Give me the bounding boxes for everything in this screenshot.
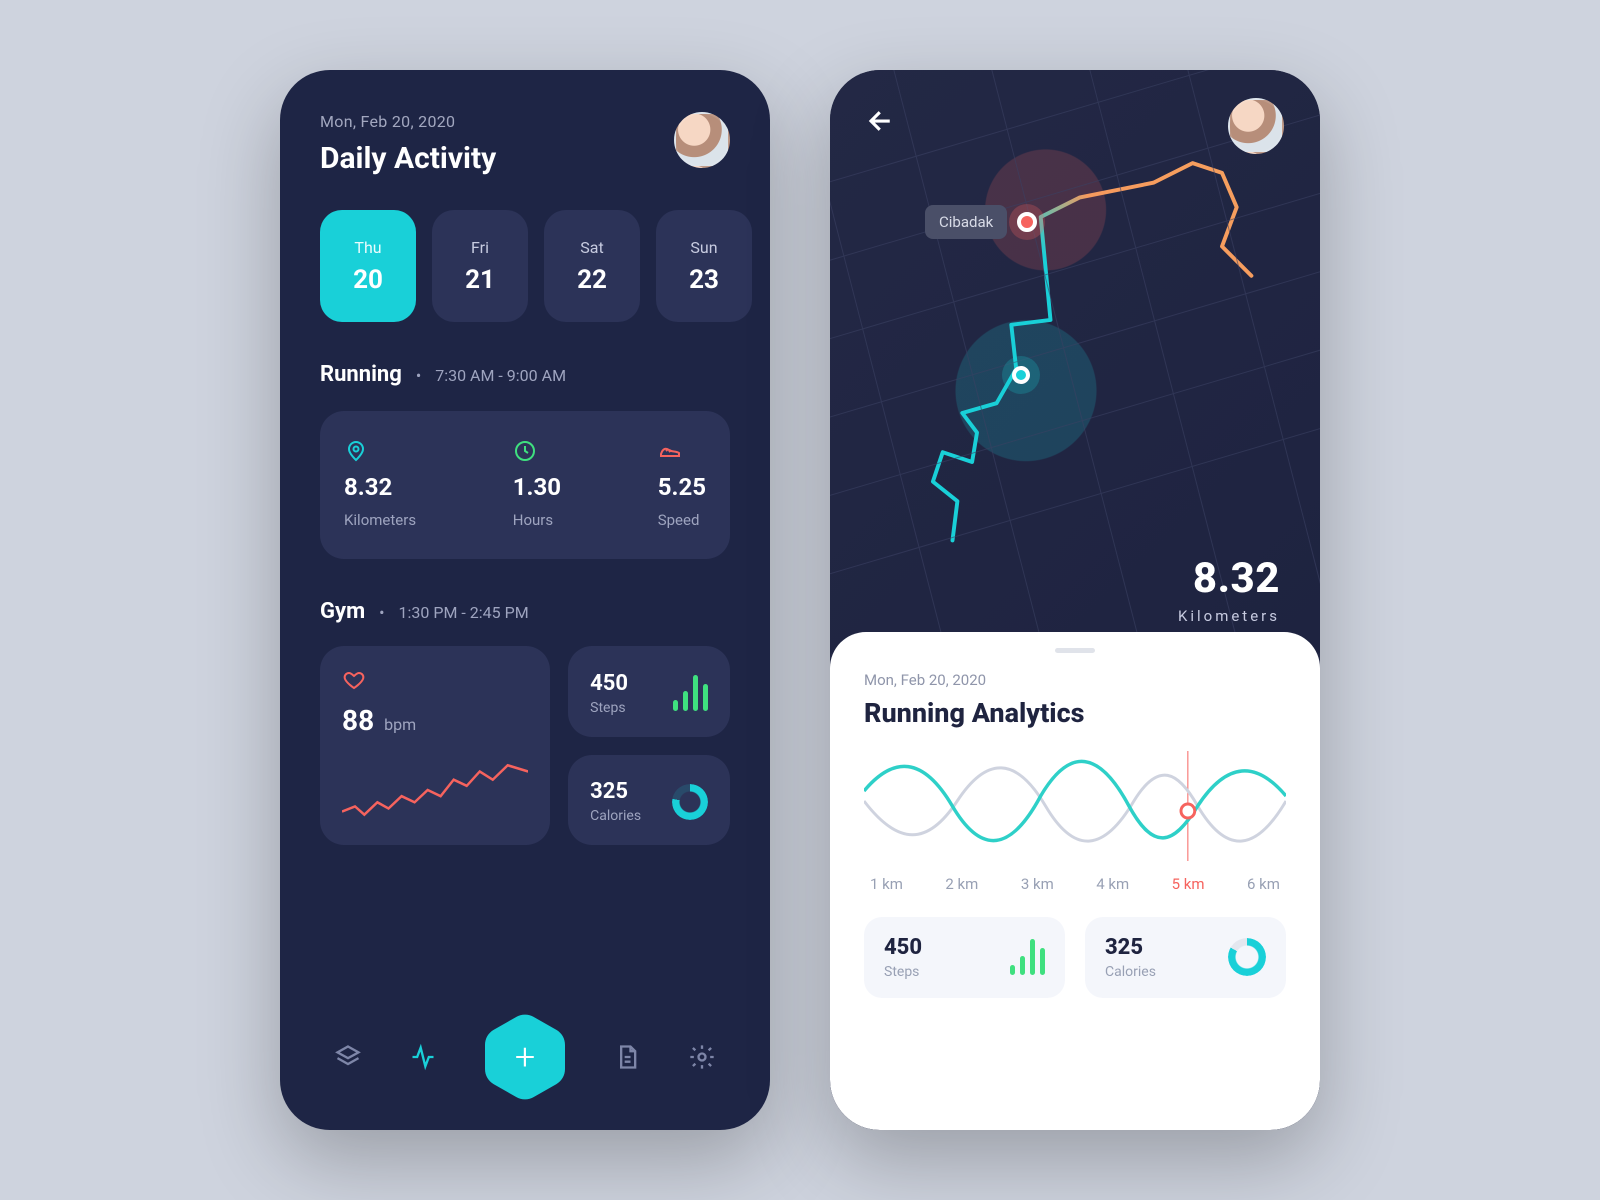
day-fri[interactable]: Fri 21 bbox=[432, 210, 528, 322]
distance-readout: 8.32 Kilometers bbox=[1178, 554, 1280, 625]
x-tick: 2 km bbox=[945, 875, 978, 893]
date-label: Mon, Feb 20, 2020 bbox=[320, 112, 496, 131]
nav-document-icon[interactable] bbox=[613, 1043, 641, 1071]
avatar[interactable] bbox=[674, 112, 730, 168]
x-axis: 1 km 2 km 3 km 4 km 5 km 6 km bbox=[864, 875, 1286, 893]
steps-value: 450 bbox=[590, 671, 628, 696]
x-tick: 6 km bbox=[1247, 875, 1280, 893]
calories-value: 325 bbox=[1105, 935, 1156, 960]
day-dow: Thu bbox=[354, 238, 381, 257]
pin-current-icon bbox=[1012, 366, 1030, 384]
metric-label: Hours bbox=[513, 511, 561, 529]
sheet-steps-card[interactable]: 450 Steps bbox=[864, 917, 1065, 998]
steps-label: Steps bbox=[884, 964, 922, 980]
sheet-title: Running Analytics bbox=[864, 697, 1286, 729]
running-header: Running • 7:30 AM - 9:00 AM bbox=[280, 322, 770, 387]
pin-start-icon bbox=[1017, 212, 1037, 232]
day-sun[interactable]: Sun 23 bbox=[656, 210, 752, 322]
page-title: Daily Activity bbox=[320, 141, 496, 176]
poi-label[interactable]: Cibadak bbox=[925, 205, 1037, 239]
day-dow: Sun bbox=[690, 238, 717, 257]
avatar[interactable] bbox=[1228, 98, 1284, 154]
drag-handle-icon[interactable] bbox=[1055, 648, 1095, 653]
calories-label: Calories bbox=[1105, 964, 1156, 980]
hr-sparkline bbox=[342, 755, 528, 827]
back-button[interactable] bbox=[866, 106, 896, 136]
heart-rate-card[interactable]: 88 bpm bbox=[320, 646, 550, 845]
analytics-screen: Cibadak 8.32 Kilometers Mon, Feb 20, 202… bbox=[830, 70, 1320, 1130]
section-time: 1:30 PM - 2:45 PM bbox=[399, 603, 529, 622]
gym-header: Gym • 1:30 PM - 2:45 PM bbox=[280, 559, 770, 624]
x-tick: 3 km bbox=[1021, 875, 1054, 893]
hr-unit: bpm bbox=[384, 715, 416, 734]
dot-icon: • bbox=[379, 603, 384, 622]
x-tick: 1 km bbox=[870, 875, 903, 893]
day-num: 22 bbox=[577, 265, 607, 295]
bottom-nav: + bbox=[280, 1012, 770, 1102]
steps-value: 450 bbox=[884, 935, 922, 960]
poi-text: Cibadak bbox=[925, 205, 1007, 239]
heart-icon bbox=[342, 668, 366, 692]
nav-settings-icon[interactable] bbox=[688, 1043, 716, 1071]
progress-ring-icon bbox=[1228, 938, 1266, 976]
gym-cards: 88 bpm 450 Steps bbox=[320, 646, 730, 845]
running-metrics-card[interactable]: 8.32 Kilometers 1.30 Hours 5.25 Speed bbox=[320, 411, 730, 559]
shoe-icon bbox=[658, 439, 682, 463]
day-dow: Fri bbox=[471, 238, 489, 257]
add-button[interactable]: + bbox=[485, 1012, 565, 1102]
bar-chart-icon bbox=[673, 675, 708, 711]
calories-card[interactable]: 325 Calories bbox=[568, 755, 730, 846]
x-tick: 4 km bbox=[1096, 875, 1129, 893]
metric-distance: 8.32 Kilometers bbox=[344, 439, 416, 529]
dot-icon: • bbox=[416, 366, 421, 385]
day-sat[interactable]: Sat 22 bbox=[544, 210, 640, 322]
x-tick-current: 5 km bbox=[1172, 875, 1205, 893]
calories-label: Calories bbox=[590, 808, 641, 824]
sheet-date: Mon, Feb 20, 2020 bbox=[864, 671, 1286, 689]
bar-chart-icon bbox=[1010, 939, 1045, 975]
steps-label: Steps bbox=[590, 700, 628, 716]
section-time: 7:30 AM - 9:00 AM bbox=[435, 366, 566, 385]
metric-hours: 1.30 Hours bbox=[513, 439, 561, 529]
stat-cards: 450 Steps 325 Calories bbox=[864, 917, 1286, 998]
hr-value: 88 bbox=[342, 704, 374, 737]
distance-value: 8.32 bbox=[1178, 554, 1280, 603]
clock-icon bbox=[513, 439, 537, 463]
distance-unit: Kilometers bbox=[1178, 607, 1280, 625]
day-dow: Sat bbox=[580, 238, 603, 257]
metric-value: 1.30 bbox=[513, 473, 561, 501]
day-thu[interactable]: Thu 20 bbox=[320, 210, 416, 322]
day-num: 23 bbox=[689, 265, 719, 295]
section-title: Running bbox=[320, 362, 402, 387]
nav-layers-icon[interactable] bbox=[334, 1043, 362, 1071]
map-area[interactable]: Cibadak 8.32 Kilometers bbox=[830, 70, 1320, 653]
day-num: 20 bbox=[353, 265, 383, 295]
analytics-chart[interactable] bbox=[864, 751, 1286, 861]
progress-ring-icon bbox=[672, 784, 708, 820]
section-title: Gym bbox=[320, 599, 365, 624]
metric-value: 8.32 bbox=[344, 473, 416, 501]
pin-icon bbox=[344, 439, 368, 463]
sheet-calories-card[interactable]: 325 Calories bbox=[1085, 917, 1286, 998]
activity-screen: Mon, Feb 20, 2020 Daily Activity Thu 20 … bbox=[280, 70, 770, 1130]
analytics-sheet[interactable]: Mon, Feb 20, 2020 Running Analytics 1 km… bbox=[830, 632, 1320, 1130]
metric-value: 5.25 bbox=[658, 473, 706, 501]
day-selector: Thu 20 Fri 21 Sat 22 Sun 23 bbox=[280, 176, 770, 322]
steps-card[interactable]: 450 Steps bbox=[568, 646, 730, 737]
plus-icon: + bbox=[515, 1039, 535, 1075]
metric-label: Speed bbox=[658, 511, 706, 529]
day-num: 21 bbox=[465, 265, 495, 295]
metric-speed: 5.25 Speed bbox=[658, 439, 706, 529]
calories-value: 325 bbox=[590, 779, 641, 804]
header: Mon, Feb 20, 2020 Daily Activity bbox=[280, 70, 770, 176]
metric-label: Kilometers bbox=[344, 511, 416, 529]
nav-activity-icon[interactable] bbox=[409, 1043, 437, 1071]
